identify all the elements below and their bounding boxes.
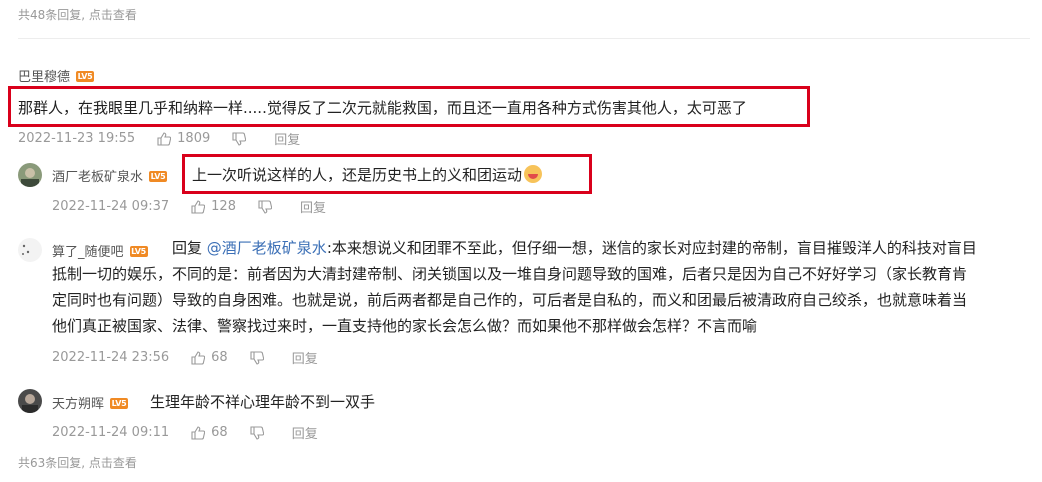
comment-2-avatar[interactable] bbox=[18, 163, 42, 187]
comment-2-username[interactable]: 酒厂老板矿泉水 bbox=[52, 170, 143, 185]
comment-3-like-count: 68 bbox=[211, 350, 228, 365]
comment-4-avatar[interactable] bbox=[18, 389, 42, 413]
comment-1-dislike-button[interactable] bbox=[232, 131, 252, 146]
comment-2-header: 酒厂老板矿泉水 LV5 bbox=[52, 166, 168, 185]
comment-4-like-count: 68 bbox=[211, 425, 228, 440]
comment-3-meta: 2022-11-24 23:56 68 回复 bbox=[52, 348, 318, 367]
thumbs-up-icon bbox=[191, 425, 206, 440]
comment-3-reply-button[interactable]: 回复 bbox=[292, 348, 318, 367]
comment-4-meta: 2022-11-24 09:11 68 回复 bbox=[52, 423, 318, 442]
comment-3-avatar[interactable] bbox=[18, 238, 42, 262]
level-badge-icon: LV5 bbox=[110, 398, 129, 409]
thumbs-down-icon bbox=[232, 131, 247, 146]
comment-2-content: 上一次听说这样的人，还是历史书上的义和团运动 bbox=[192, 164, 543, 185]
view-more-replies-top[interactable]: 共48条回复, 点击查看 bbox=[18, 6, 137, 23]
comment-2-like-button[interactable]: 128 bbox=[191, 199, 236, 214]
comment-3-text-1: :本来想说义和团罪不至此，但仔细一想，迷信的家长对应封建的帝制，盲目摧毁洋人的科… bbox=[326, 239, 977, 257]
comment-2-dislike-button[interactable] bbox=[258, 199, 278, 214]
comment-3-line-2: 抵制一切的娱乐，不同的是：前者因为大清封建帝制、闭关锁国以及一堆自身问题导致的国… bbox=[52, 265, 968, 283]
level-badge-icon: LV5 bbox=[149, 171, 168, 182]
thumbs-down-icon bbox=[250, 350, 264, 365]
comment-3-like-button[interactable]: 68 bbox=[191, 350, 228, 365]
reply-prefix: 回复 bbox=[172, 239, 203, 257]
comment-1-username[interactable]: 巴里穆德 bbox=[18, 70, 70, 85]
comment-4-time: 2022-11-24 09:11 bbox=[52, 425, 170, 440]
emoji-icon bbox=[524, 165, 543, 183]
thumbs-down-icon bbox=[258, 199, 272, 214]
comment-4-header: 天方朔晖 LV5 bbox=[52, 393, 129, 412]
comment-4-content: 生理年龄不祥心理年龄不到一双手 bbox=[150, 393, 376, 411]
comment-3-line-1: 回复 @酒厂老板矿泉水:本来想说义和团罪不至此，但仔细一想，迷信的家长对应封建的… bbox=[52, 235, 1032, 261]
comment-3-content: 回复 @酒厂老板矿泉水:本来想说义和团罪不至此，但仔细一想，迷信的家长对应封建的… bbox=[52, 235, 1032, 339]
comment-2-like-count: 128 bbox=[211, 199, 236, 214]
comment-3-line-4: 他们真正被国家、法律、警察找过来时，一直支持他的家长会怎么做？而如果他不那样做会… bbox=[52, 317, 758, 335]
thumbs-up-icon bbox=[191, 199, 206, 214]
comment-4-like-button[interactable]: 68 bbox=[191, 425, 228, 440]
comment-1-like-count: 1809 bbox=[177, 131, 211, 146]
level-badge-icon: LV5 bbox=[76, 71, 95, 82]
comment-1-content: 那群人，在我眼里几乎和纳粹一样.....觉得反了二次元就能救国，而且还一直用各种… bbox=[18, 99, 747, 117]
comment-4-username[interactable]: 天方朔晖 bbox=[52, 397, 104, 412]
thumbs-up-icon bbox=[157, 131, 172, 146]
thumbs-up-icon bbox=[191, 350, 206, 365]
mention-link[interactable]: @酒厂老板矿泉水 bbox=[207, 239, 327, 257]
divider bbox=[18, 38, 1030, 39]
comment-2-meta: 2022-11-24 09:37 128 回复 bbox=[52, 197, 326, 216]
comment-1-like-button[interactable]: 1809 bbox=[157, 131, 210, 146]
comment-3-time: 2022-11-24 23:56 bbox=[52, 350, 170, 365]
view-more-replies-bottom[interactable]: 共63条回复, 点击查看 bbox=[18, 454, 137, 471]
comment-2-reply-button[interactable]: 回复 bbox=[300, 197, 326, 216]
comment-3-line-3: 定同时也有问题）导致的自身困难。也就是说，前后两者都是自己作的，可后者是自私的，… bbox=[52, 291, 968, 309]
comment-2-text: 上一次听说这样的人，还是历史书上的义和团运动 bbox=[192, 166, 523, 184]
thumbs-down-icon bbox=[250, 425, 264, 440]
comment-1-time: 2022-11-23 19:55 bbox=[18, 131, 136, 146]
comment-4-reply-button[interactable]: 回复 bbox=[292, 423, 318, 442]
comment-3-dislike-button[interactable] bbox=[250, 350, 270, 365]
comment-4-dislike-button[interactable] bbox=[250, 425, 270, 440]
comment-1-header: 巴里穆德 LV5 bbox=[18, 66, 95, 85]
comment-1-reply-button[interactable]: 回复 bbox=[274, 129, 300, 148]
comment-1-meta: 2022-11-23 19:55 1809 回复 bbox=[18, 129, 300, 148]
comment-2-time: 2022-11-24 09:37 bbox=[52, 199, 170, 214]
